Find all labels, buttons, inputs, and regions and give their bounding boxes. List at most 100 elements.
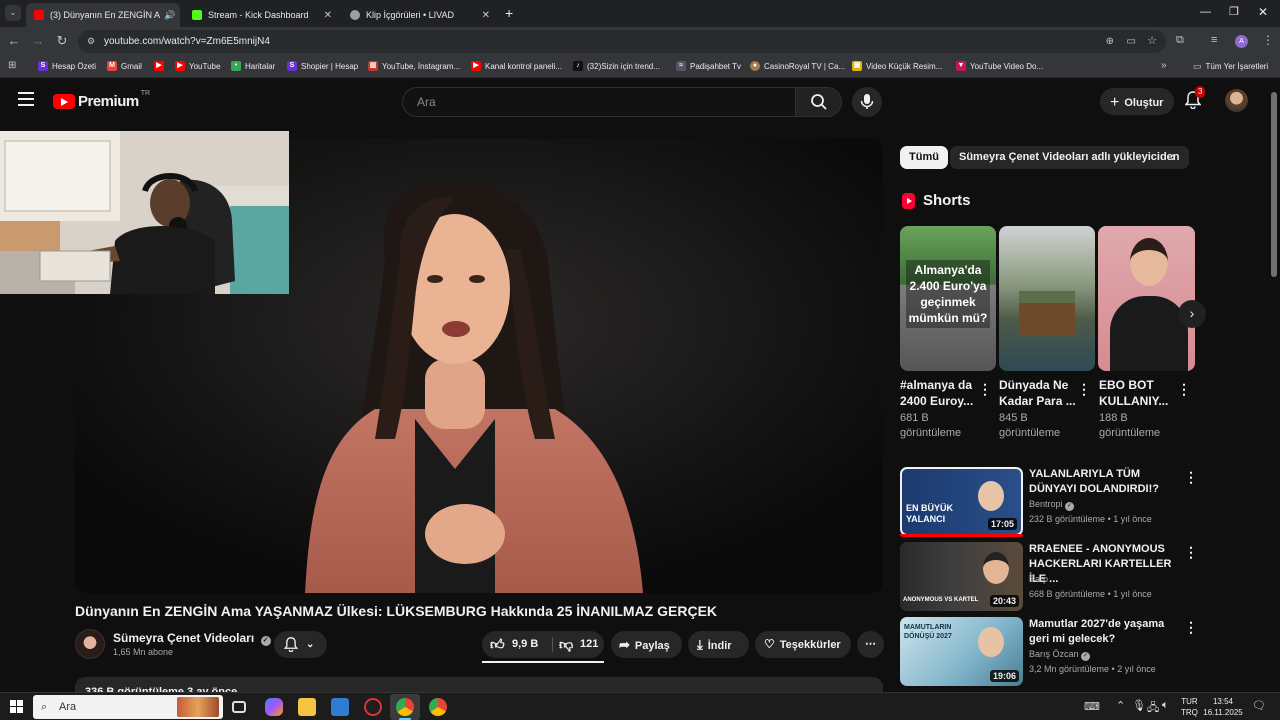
copilot-icon[interactable] xyxy=(265,698,283,716)
related-channel[interactable]: Bentropi ✓ xyxy=(1029,499,1075,511)
more-vert-icon[interactable]: ⋮ xyxy=(1184,544,1198,561)
back-arrow-icon[interactable]: ← xyxy=(5,33,23,48)
store-icon[interactable] xyxy=(331,698,349,716)
extensions-icon[interactable]: ⧉ xyxy=(1176,34,1184,47)
bookmark-shopier[interactable]: S Shopier | Hesap xyxy=(287,61,358,71)
volume-icon[interactable]: 🔈︎ xyxy=(1162,699,1169,712)
chip-from-uploader[interactable]: Sümeyra Çenet Videoları adlı yükleyicide… xyxy=(950,146,1189,169)
apps-grid-icon[interactable]: ⊞ xyxy=(8,60,16,71)
short-thumbnail[interactable] xyxy=(1098,226,1195,371)
file-explorer-icon[interactable] xyxy=(298,698,316,716)
bookmark-video-kucuk[interactable]: ▣ Video Küçük Resim... xyxy=(852,61,942,71)
bookmark-hesap-ozeti[interactable]: S Hesap Özeti xyxy=(38,61,96,71)
related-title[interactable]: Mamutlar 2027'de yaşama geri mi gelecek? xyxy=(1029,617,1177,647)
bookmark-youtube[interactable]: ▶ YouTube xyxy=(175,61,220,71)
channel-name-row[interactable]: Sümeyra Çenet Videoları ✓ xyxy=(113,631,271,646)
chrome-icon[interactable] xyxy=(429,698,447,716)
app-icon[interactable] xyxy=(364,698,382,716)
short-title[interactable]: EBO BOT KULLANIY... xyxy=(1099,377,1177,409)
bookmark-padisahbet[interactable]: ≈ Padişahbet Tv xyxy=(676,61,741,71)
related-channel[interactable]: Sarp xyxy=(1029,574,1048,584)
related-title[interactable]: RRAENEE - ANONYMOUS HACKERLARI KARTELLER… xyxy=(1029,542,1177,587)
subscribe-notification-button[interactable]: ⌄ xyxy=(274,631,327,658)
tab-list-button[interactable]: ⌄ xyxy=(5,5,21,21)
forward-arrow-icon[interactable]: → xyxy=(29,33,47,48)
close-tab-icon[interactable]: ✕ xyxy=(175,10,180,21)
more-vert-icon[interactable]: ⋮ xyxy=(1184,469,1198,486)
thanks-button[interactable]: ♡ Teşekkürler xyxy=(755,631,851,658)
dislike-button[interactable]: 👎︎ 121 xyxy=(553,631,604,658)
more-bookmarks-icon[interactable]: » xyxy=(1161,60,1167,71)
channel-avatar[interactable] xyxy=(75,629,105,659)
windows-start-icon[interactable] xyxy=(10,700,23,713)
profile-avatar[interactable]: A xyxy=(1235,35,1248,48)
hamburger-menu-icon[interactable] xyxy=(18,92,34,106)
chart-icon: ▥ xyxy=(368,61,378,71)
minimize-icon[interactable]: — xyxy=(1200,6,1211,18)
more-vert-icon[interactable]: ⋮ xyxy=(1077,381,1091,398)
bookmark-tiktok[interactable]: ♪ (32)Sizin için trend... xyxy=(573,61,660,71)
short-title[interactable]: Dünyada Ne Kadar Para ... xyxy=(999,377,1077,409)
more-actions-button[interactable]: ⋯ xyxy=(857,631,884,658)
bookmark-youtube-video-do[interactable]: ▼ YouTube Video Do... xyxy=(956,61,1043,71)
bookmark-star-icon[interactable]: ☆ xyxy=(1147,30,1157,53)
related-channel[interactable]: Barış Özcan ✓ xyxy=(1029,649,1091,661)
microphone-icon[interactable]: 🎙︎ xyxy=(1132,699,1146,712)
bookmark-haritalar[interactable]: • Haritalar xyxy=(231,61,275,71)
related-thumbnail[interactable]: EN BÜYÜK YALANCI 17:05 xyxy=(900,467,1023,536)
new-tab-button[interactable]: + xyxy=(505,5,513,21)
clock[interactable]: 13:54 16.11.2025 xyxy=(1203,696,1243,718)
download-button[interactable]: ⤓ İndir xyxy=(688,631,749,658)
bookmark-gmail[interactable]: M Gmail xyxy=(107,61,142,71)
task-view-icon[interactable] xyxy=(232,701,246,713)
bookmark-casinoroyal[interactable]: ● CasinoRoyal TV | Ca... xyxy=(750,61,845,71)
browser-menu-icon[interactable]: ⋮ xyxy=(1262,33,1274,47)
related-thumbnail[interactable]: MAMUTLARIN DÖNÜŞÜ 2027 19:06 xyxy=(900,617,1023,686)
page-scrollbar[interactable] xyxy=(1271,92,1277,277)
media-control-icon[interactable]: ≡ xyxy=(1211,34,1217,46)
search-button[interactable] xyxy=(795,87,842,117)
close-window-icon[interactable]: ✕ xyxy=(1258,5,1268,19)
close-tab-icon[interactable]: ✕ xyxy=(318,10,332,21)
reload-icon[interactable]: ↻ xyxy=(53,33,71,49)
taskbar-search-input[interactable]: ⌕ Ara xyxy=(33,695,223,719)
url-field[interactable]: ⚙ youtube.com/watch?v=Zm6E5mnijN4 ⊕ ▭ ☆ xyxy=(78,30,1166,53)
chevron-right-icon[interactable]: › xyxy=(1171,148,1176,164)
close-tab-icon[interactable]: ✕ xyxy=(476,10,490,21)
input-language[interactable]: TUR TRQ xyxy=(1181,696,1198,718)
short-title[interactable]: #almanya da 2400 Euroy... xyxy=(900,377,978,409)
restore-icon[interactable]: ❐ xyxy=(1229,5,1239,18)
related-title[interactable]: YALANLARIYLA TÜM DÜNYAYI DOLANDIRDI!? xyxy=(1029,467,1177,497)
notification-center-icon[interactable]: 🗨︎ xyxy=(1252,699,1266,712)
shorts-next-button[interactable]: › xyxy=(1178,300,1206,328)
chip-all[interactable]: Tümü xyxy=(900,146,948,169)
short-thumbnail[interactable]: Almanya'da 2.400 Euro'ya geçinmek mümkün… xyxy=(900,226,996,371)
related-thumbnail[interactable]: ANONYMOUS VS KARTEL 20:43 xyxy=(900,542,1023,611)
more-vert-icon[interactable]: ⋮ xyxy=(1177,381,1191,398)
bookmark-youtube-instagram[interactable]: ▥ YouTube, İnstagram... xyxy=(368,61,460,71)
more-vert-icon[interactable]: ⋮ xyxy=(1184,619,1198,636)
account-avatar[interactable] xyxy=(1225,89,1248,112)
all-bookmarks-folder[interactable]: ▭ Tüm Yer İşaretleri xyxy=(1193,61,1268,72)
short-thumbnail[interactable] xyxy=(999,226,1095,371)
notifications-button[interactable]: 3 xyxy=(1184,86,1206,111)
zoom-icon[interactable]: ⊕ xyxy=(1106,30,1114,53)
search-input[interactable]: Ara xyxy=(402,87,796,117)
cast-icon[interactable]: ▭ xyxy=(1127,30,1136,53)
chrome-icon[interactable] xyxy=(396,698,414,716)
show-hidden-icons[interactable]: ⌃ xyxy=(1116,699,1125,712)
site-info-icon[interactable]: ⚙ xyxy=(87,30,95,53)
voice-search-button[interactable] xyxy=(852,87,882,117)
share-button[interactable]: ➦ Paylaş xyxy=(611,631,682,658)
bookmark-kanal-kontrol[interactable]: ▶ Kanal kontrol paneli... xyxy=(471,61,562,71)
tab-kick[interactable]: Stream - Kick Dashboard ✕ xyxy=(184,3,340,27)
create-button[interactable]: + Oluştur xyxy=(1100,88,1174,115)
like-button[interactable]: 👍︎ 9,9 B xyxy=(482,631,552,658)
tab-livad[interactable]: Klip İçgörüleri • LIVAD ✕ xyxy=(342,3,498,27)
tab-youtube[interactable]: (3) Dünyanın En ZENGİN A 🔊 ✕ xyxy=(26,3,180,27)
youtube-premium-logo[interactable]: Premium TR xyxy=(53,90,150,110)
more-vert-icon[interactable]: ⋮ xyxy=(978,381,992,398)
keyboard-icon[interactable]: ⌨ xyxy=(1084,700,1100,713)
bookmark-youtube-1[interactable]: ▶ xyxy=(154,61,168,71)
network-icon[interactable]: 🖧 xyxy=(1147,699,1159,718)
